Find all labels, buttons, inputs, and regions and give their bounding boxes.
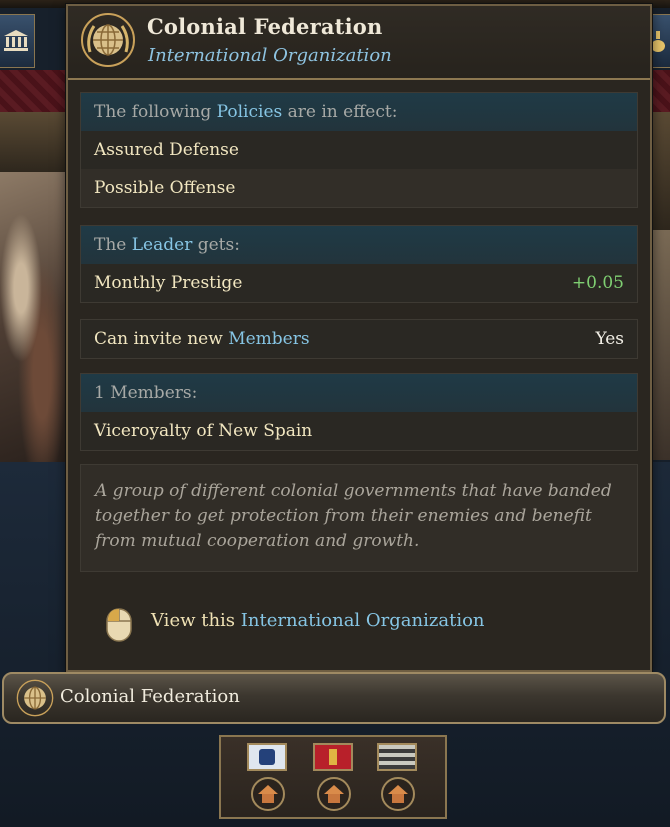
policies-header-prefix: The following — [94, 102, 217, 122]
striped-flag-icon[interactable] — [377, 743, 417, 771]
invite-row: Can invite new Members Yes — [81, 320, 637, 358]
policy-item: Possible Offense — [81, 169, 637, 207]
organization-description: A group of different colonial government… — [80, 464, 638, 572]
invite-section: Can invite new Members Yes — [80, 319, 638, 359]
globe-laurel-emblem-icon — [81, 13, 135, 67]
tooltip-header: Colonial Federation International Organi… — [68, 6, 650, 80]
view-organization-action[interactable]: View this International Organization — [151, 610, 485, 631]
mouse-left-click-icon — [106, 608, 132, 642]
temple-icon — [4, 30, 28, 51]
view-action-prefix: View this — [151, 610, 241, 631]
members-link[interactable]: Members — [228, 329, 309, 349]
house-icon[interactable] — [251, 777, 285, 811]
organization-bar[interactable]: Colonial Federation — [2, 672, 666, 724]
background-panel-left — [0, 112, 70, 174]
blue-flag-lion-icon[interactable] — [247, 743, 287, 771]
red-flag-cross-icon[interactable] — [313, 743, 353, 771]
invite-value: Yes — [595, 329, 624, 349]
member-flags-panel — [219, 735, 447, 819]
leader-header-prefix: The — [94, 235, 132, 255]
leader-effect-row: Monthly Prestige +0.05 — [81, 264, 637, 302]
member-item[interactable]: Viceroyalty of New Spain — [81, 412, 637, 450]
building-button[interactable] — [0, 14, 35, 68]
leader-effect-value: +0.05 — [571, 273, 624, 293]
policies-section: The following Policies are in effect: As… — [80, 92, 638, 208]
tooltip-subtitle: International Organization — [148, 45, 392, 66]
policies-link[interactable]: Policies — [217, 102, 283, 122]
policies-header-suffix: are in effect: — [282, 102, 398, 122]
house-icon[interactable] — [381, 777, 415, 811]
invite-label-prefix: Can invite new — [94, 329, 229, 349]
members-header: 1 Members: — [81, 374, 637, 412]
leader-section: The Leader gets: Monthly Prestige +0.05 — [80, 225, 638, 303]
leader-effect-label: Monthly Prestige — [94, 273, 243, 293]
house-icon[interactable] — [317, 777, 351, 811]
leader-header-suffix: gets: — [192, 235, 240, 255]
leader-header: The Leader gets: — [81, 226, 637, 264]
background-painting — [0, 172, 70, 462]
flask-icon — [651, 31, 665, 52]
policy-item: Assured Defense — [81, 131, 637, 169]
tooltip-title: Colonial Federation — [147, 14, 383, 39]
organization-bar-label: Colonial Federation — [60, 686, 240, 707]
policies-header: The following Policies are in effect: — [81, 93, 637, 131]
view-action-link[interactable]: International Organization — [241, 610, 485, 631]
organization-tooltip: Colonial Federation International Organi… — [66, 4, 652, 672]
members-section: 1 Members: Viceroyalty of New Spain — [80, 373, 638, 451]
globe-laurel-emblem-icon — [16, 679, 54, 717]
leader-link[interactable]: Leader — [132, 235, 193, 255]
